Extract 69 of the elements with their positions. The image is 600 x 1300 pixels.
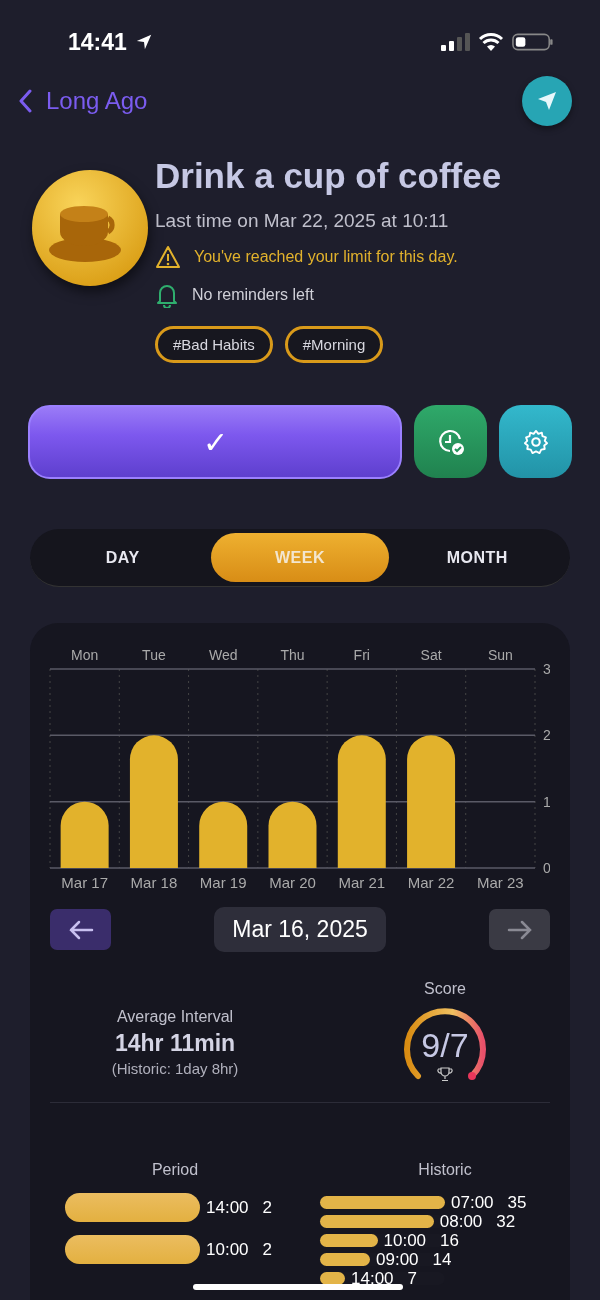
count-label: 16 xyxy=(440,1230,459,1251)
day-label: Sun xyxy=(487,647,513,663)
previous-button[interactable] xyxy=(50,909,111,950)
axis-tick: 0 xyxy=(543,860,550,876)
time-label: 10:00 xyxy=(206,1239,249,1260)
time-label: 14:00 xyxy=(351,1268,394,1289)
count-label: 2 xyxy=(262,1197,272,1218)
date-label: Mar 19 xyxy=(199,874,247,891)
time-label: 09:00 xyxy=(376,1249,419,1270)
tag[interactable]: #Morning xyxy=(284,326,384,363)
notice-text: No reminders left xyxy=(192,286,314,304)
day-label: Wed xyxy=(208,647,238,663)
time-label: 08:00 xyxy=(439,1211,483,1232)
historic-interval: (Historic: 1day 8hr) xyxy=(111,1060,239,1077)
count-label: 7 xyxy=(407,1268,417,1289)
send-button[interactable] xyxy=(522,76,572,126)
count-label: 32 xyxy=(496,1211,516,1232)
time-label: 14:00 xyxy=(206,1197,249,1218)
period-heading: Period xyxy=(151,1161,199,1179)
trophy-icon xyxy=(437,1066,453,1082)
chart-bar xyxy=(60,801,109,868)
settings-button[interactable] xyxy=(499,405,572,478)
count-label: 35 xyxy=(507,1192,527,1213)
date-label: Mar 23 xyxy=(477,874,524,891)
date-label: Mar 20 xyxy=(269,874,316,891)
axis-tick: 2 xyxy=(543,727,550,744)
chevron-left-icon xyxy=(18,89,32,113)
date-label: Mar 17 xyxy=(61,874,108,891)
day-label: Tue xyxy=(142,647,166,663)
period-tab[interactable]: DAY xyxy=(34,533,212,582)
axis-tick: 3 xyxy=(543,661,550,677)
day-label: Mon xyxy=(71,647,99,663)
chart-bar xyxy=(199,801,248,868)
date-label: Mar 21 xyxy=(338,874,386,891)
score-value: 9/7 xyxy=(420,1026,470,1065)
next-button[interactable] xyxy=(489,909,550,950)
notice-text: You've reached your limit for this day. xyxy=(194,248,458,266)
last-time-text: Last time on Mar 22, 2025 at 10:11 xyxy=(155,210,450,232)
day-label: Fri xyxy=(353,647,370,663)
interval-label: Average Interval xyxy=(116,1008,234,1026)
date-range-label: Mar 16, 2025 xyxy=(214,907,386,952)
clock-check-button[interactable] xyxy=(414,405,487,478)
tag[interactable]: #Bad Habits xyxy=(155,326,273,363)
count-label: 14 xyxy=(432,1249,452,1270)
chart-bar xyxy=(268,801,317,868)
historic-heading: Historic xyxy=(418,1161,472,1179)
time-label: 07:00 xyxy=(451,1192,494,1213)
bell-icon xyxy=(155,282,179,308)
done-button[interactable]: ✓ xyxy=(28,405,402,479)
habit-title: Drink a cup of coffee xyxy=(155,156,502,196)
back-link[interactable]: Long Ago xyxy=(18,87,148,115)
settings-icon xyxy=(521,427,550,456)
signal-icon xyxy=(440,32,470,52)
battery-icon xyxy=(512,32,554,52)
interval-value: 14hr 11min xyxy=(114,1030,236,1057)
date-label: Mar 22 xyxy=(407,874,455,891)
arrow-left-icon xyxy=(67,919,94,940)
score-label: Score xyxy=(424,980,466,998)
day-label: Thu xyxy=(280,647,305,663)
date-label: Mar 18 xyxy=(130,874,178,891)
day-label: Sat xyxy=(420,647,442,663)
count-label: 2 xyxy=(262,1239,272,1260)
wifi-icon xyxy=(478,32,504,52)
axis-tick: 1 xyxy=(543,793,550,810)
arrow-right-icon xyxy=(506,919,533,940)
time-label: 10:00 xyxy=(383,1230,427,1251)
status-time: 14:41 xyxy=(68,28,127,56)
warning-icon xyxy=(155,245,181,269)
period-tab[interactable]: MONTH xyxy=(388,533,566,582)
